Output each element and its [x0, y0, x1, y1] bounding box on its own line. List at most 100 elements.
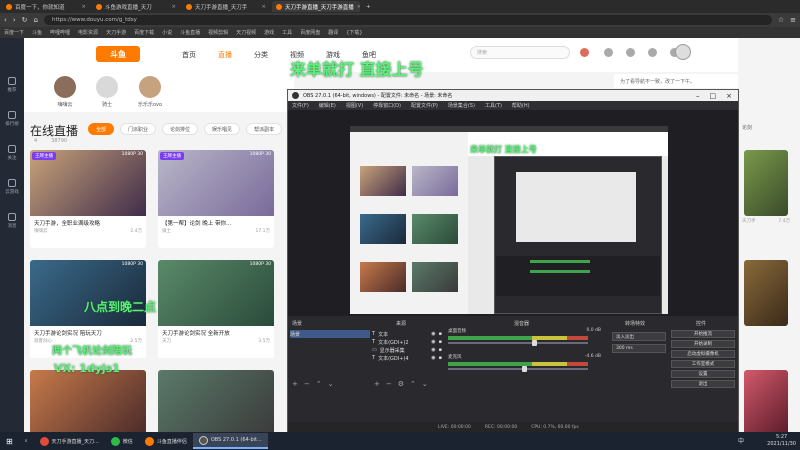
anchor-item[interactable]: 嗨嗨云: [54, 76, 76, 108]
filter-singer[interactable]: 娱乐唱见: [204, 123, 241, 135]
home-icon[interactable]: ⌂: [34, 16, 38, 24]
remove-icon[interactable]: −: [386, 380, 392, 388]
stream-card[interactable]: 王牌主播 1080P 30 【第一帮】论剑 晚上 带你... 骑士 17.1万: [158, 150, 274, 248]
bookmark-item[interactable]: 视频剪辑: [208, 29, 228, 36]
browser-tab[interactable]: 天刀手游直播_天刀手 ×: [182, 1, 270, 12]
volume-slider[interactable]: [448, 366, 588, 372]
bookmark-item[interactable]: 工具: [282, 29, 292, 36]
nav-live[interactable]: 直播: [218, 50, 232, 60]
bookmark-item[interactable]: 哔哩哔哩: [50, 29, 70, 36]
slider-knob[interactable]: [522, 366, 528, 372]
gear-icon[interactable]: ⚙: [398, 380, 404, 388]
close-icon[interactable]: ×: [171, 4, 176, 10]
lock-icon[interactable]: ▪: [439, 355, 442, 361]
settings-button[interactable]: 设置: [671, 370, 735, 378]
stream-card[interactable]: [158, 370, 274, 432]
bookmark-item[interactable]: 天刀手游: [106, 29, 126, 36]
lock-icon[interactable]: ▪: [439, 347, 442, 353]
follow-icon[interactable]: [626, 48, 635, 57]
down-icon[interactable]: ⌄: [422, 380, 428, 388]
system-clock[interactable]: 5:27 2021/11/30: [767, 434, 796, 448]
back-icon[interactable]: ‹: [4, 16, 7, 24]
leftnav-recommend[interactable]: 推荐: [0, 68, 24, 102]
search-icon[interactable]: ⌕: [19, 433, 34, 449]
bookmark-item[interactable]: 百度下载: [134, 29, 154, 36]
download-icon[interactable]: [648, 48, 657, 57]
browser-tab[interactable]: 百度一下，你就知道 ×: [2, 1, 90, 12]
menu-help[interactable]: 帮助(H): [512, 102, 530, 109]
close-icon[interactable]: ×: [726, 92, 732, 100]
bookmark-item[interactable]: 电影资源: [78, 29, 98, 36]
minimize-icon[interactable]: –: [696, 92, 700, 100]
bookmark-item[interactable]: 小说: [162, 29, 172, 36]
slider-knob[interactable]: [531, 340, 537, 346]
leftnav-ranking[interactable]: 排行榜: [0, 102, 24, 136]
taskbar-item-wechat[interactable]: 微信: [105, 433, 139, 449]
bookmark-item[interactable]: 斗鱼直播: [180, 29, 200, 36]
source-item[interactable]: T 文本(GDI+)2 ◉ ▪: [372, 338, 442, 346]
eye-icon[interactable]: ◉: [431, 347, 435, 353]
filter-raid[interactable]: 帮派副本: [246, 123, 283, 135]
nav-category[interactable]: 分类: [254, 50, 268, 60]
eye-icon[interactable]: ◉: [431, 331, 435, 337]
stream-card[interactable]: [30, 370, 146, 432]
url-input[interactable]: https://www.douyu.com/g_tdsy: [43, 15, 772, 25]
exit-button[interactable]: 退出: [671, 380, 735, 388]
studio-mode-button[interactable]: 工作室模式: [671, 360, 735, 368]
eye-icon[interactable]: ◉: [431, 355, 435, 361]
up-icon[interactable]: ⌃: [316, 380, 322, 388]
lock-icon[interactable]: ▪: [439, 331, 442, 337]
menu-edit[interactable]: 编辑(E): [319, 102, 336, 109]
maximize-icon[interactable]: □: [710, 92, 717, 100]
leftnav-message[interactable]: 消息: [0, 204, 24, 238]
taskbar-item-obs[interactable]: OBS 27.0.1 (64-bit...: [192, 433, 268, 449]
obs-preview[interactable]: 来单就打 直接上号: [288, 110, 738, 316]
bookmark-item[interactable]: 斗鱼: [32, 29, 42, 36]
taskbar-item-douyu[interactable]: 斗鱼直播伴侣: [139, 433, 193, 449]
anchor-item[interactable]: 乐乐乐ovo: [138, 76, 162, 108]
eye-icon[interactable]: ◉: [431, 339, 435, 345]
bookmark-item[interactable]: 天刀视频: [236, 29, 256, 36]
stream-card[interactable]: [742, 260, 788, 326]
start-recording-button[interactable]: 开始录制: [671, 340, 735, 348]
bookmark-item[interactable]: 百度网盘: [300, 29, 320, 36]
add-icon[interactable]: +: [292, 380, 298, 388]
leftnav-follow[interactable]: 关注: [0, 136, 24, 170]
browser-tab-active[interactable]: 天刀手游直播_天刀手游直播 ×: [272, 1, 360, 12]
stream-card[interactable]: 天刀手 7.4万: [742, 150, 790, 224]
bookmark-item[interactable]: 百度一下: [4, 29, 24, 36]
search-icon[interactable]: [580, 48, 589, 57]
close-icon[interactable]: ×: [357, 4, 360, 10]
reload-icon[interactable]: ↻: [22, 16, 28, 24]
source-item[interactable]: ▭ 显示器采集 ◉ ▪: [372, 346, 442, 354]
transition-duration-input[interactable]: 300 ms: [612, 344, 666, 353]
browser-tab[interactable]: 斗鱼游戏直播_天刀 ×: [92, 1, 180, 12]
history-icon[interactable]: [604, 48, 613, 57]
close-icon[interactable]: ×: [261, 4, 266, 10]
input-language[interactable]: 中: [738, 436, 744, 445]
stream-card[interactable]: 1080P 30 天刀手游论剑实况 全新开放 天刀 3.5万: [158, 260, 274, 358]
start-button[interactable]: ⊞: [0, 433, 19, 449]
close-icon[interactable]: ×: [81, 4, 86, 10]
taskbar-item-browser[interactable]: 天刀手游直播_天刀...: [34, 433, 105, 449]
scene-item[interactable]: 场景: [290, 330, 370, 338]
leftnav-cloudgame[interactable]: 云游戏: [0, 170, 24, 204]
nav-home[interactable]: 首页: [182, 50, 196, 60]
transition-select[interactable]: 淡入淡出: [612, 332, 666, 341]
start-streaming-button[interactable]: 开始推流: [671, 330, 735, 338]
new-tab-button[interactable]: +: [362, 1, 374, 12]
add-icon[interactable]: +: [374, 380, 380, 388]
filter-ranked[interactable]: 论剑排位: [162, 123, 199, 135]
filter-sect[interactable]: 门派职业: [120, 123, 157, 135]
up-icon[interactable]: ⌃: [410, 380, 416, 388]
remove-icon[interactable]: −: [304, 380, 310, 388]
down-icon[interactable]: ⌄: [328, 380, 334, 388]
filter-all[interactable]: 全部: [88, 123, 115, 135]
menu-icon[interactable]: ≡: [790, 16, 796, 24]
menu-profile[interactable]: 配置文件(P): [411, 102, 438, 109]
anchor-item[interactable]: 骑士: [96, 76, 118, 108]
stream-card[interactable]: [742, 370, 788, 436]
bookmark-item[interactable]: 游戏: [264, 29, 274, 36]
douyu-logo[interactable]: 斗鱼: [96, 46, 140, 62]
site-search-input[interactable]: 搜索: [470, 46, 570, 59]
